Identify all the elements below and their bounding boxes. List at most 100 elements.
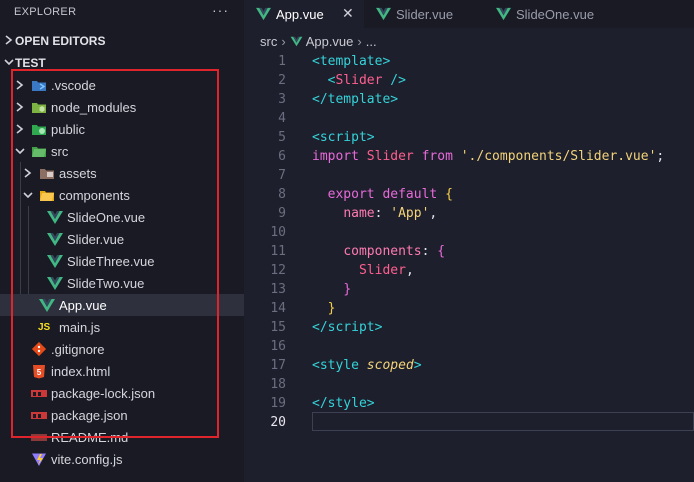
code-line: 11 components: { (244, 242, 694, 261)
code-line: 19 </style> (244, 394, 694, 413)
code-token: ; (656, 149, 665, 164)
vite-icon (32, 453, 46, 466)
vue-icon (290, 36, 303, 47)
code-token: </ (312, 320, 328, 335)
close-icon[interactable]: ✕ (342, 5, 354, 22)
line-number: 2 (278, 73, 286, 88)
line-number: 14 (270, 301, 286, 316)
line-number: 8 (278, 187, 286, 202)
code-line: 16 (244, 337, 694, 356)
code-token: script (327, 320, 375, 335)
code-token: scoped (366, 358, 414, 373)
line-number: 19 (270, 396, 286, 411)
code-token: name (343, 206, 375, 221)
tab-app-vue[interactable]: App.vue ✕ (244, 0, 364, 28)
line-number: 12 (270, 263, 286, 278)
breadcrumb-folder[interactable]: src (260, 34, 277, 49)
code-line: 10 (244, 223, 694, 242)
line-number: 15 (270, 320, 286, 335)
line-number: 11 (270, 244, 286, 259)
code-token: > (390, 92, 399, 107)
code-token: > (366, 130, 375, 145)
code-token: Slider (358, 263, 406, 278)
line-number: 16 (270, 339, 286, 354)
code-line: 13 } (244, 280, 694, 299)
code-line: 18 (244, 375, 694, 394)
code-token: } (343, 282, 352, 297)
line-number: 10 (270, 225, 286, 240)
code-token: template (319, 54, 383, 69)
code-token: /> (382, 73, 406, 88)
chevron-right-icon (5, 35, 13, 45)
code-line: 3 </template> (244, 90, 694, 109)
tab-slider-vue[interactable]: Slider.vue (364, 0, 484, 28)
breadcrumb-separator: › (281, 34, 286, 49)
code-token: : (374, 206, 391, 221)
breadcrumb-file[interactable]: App.vue (306, 34, 354, 49)
code-token: style (319, 358, 359, 373)
explorer-title: EXPLORER (14, 6, 77, 18)
tab-label: Slider.vue (396, 7, 454, 22)
breadcrumb: src › App.vue ›... (260, 34, 377, 49)
code-line: 7 (244, 166, 694, 185)
breadcrumb-more[interactable]: ... (366, 34, 377, 49)
more-actions-icon[interactable]: ··· (212, 2, 229, 18)
code-token: template (327, 92, 391, 107)
code-token: script (319, 130, 367, 145)
project-label: TEST (15, 56, 46, 70)
line-number: 7 (278, 168, 286, 183)
code-token: </ (312, 92, 328, 107)
code-token: 'App' (390, 206, 430, 221)
code-line: 17 <style scoped> (244, 356, 694, 375)
code-token: > (366, 396, 375, 411)
code-token: import (312, 149, 359, 164)
vue-icon (376, 7, 391, 21)
code-line: 8 export default { (244, 185, 694, 204)
code-line: 12 Slider, (244, 261, 694, 280)
code-line: 5 <script> (244, 128, 694, 147)
line-number: 13 (270, 282, 286, 297)
line-number: 9 (278, 206, 286, 221)
code-token: Slider (366, 149, 414, 164)
code-line: 6 import Slider from './components/Slide… (244, 147, 694, 166)
code-token: : (421, 244, 438, 259)
tree-item-label: vite.config.js (51, 452, 123, 467)
code-token: components (343, 244, 422, 259)
breadcrumb-separator: › (357, 34, 362, 49)
line-number: 5 (278, 130, 286, 145)
chevron-down-icon (4, 59, 14, 66)
code-token: , (429, 206, 438, 221)
tab-label: App.vue (276, 7, 324, 22)
tab-bar: App.vue ✕ Slider.vue SlideOne.vue (244, 0, 694, 28)
red-highlight-box (11, 69, 219, 438)
code-token: Slider (335, 73, 383, 88)
explorer-sidebar: EXPLORER ··· OPEN EDITORS TEST .vscode n… (0, 0, 244, 482)
code-line: 4 (244, 109, 694, 128)
tab-slideone-vue[interactable]: SlideOne.vue (484, 0, 624, 28)
code-token: './components/Slider.vue' (460, 149, 657, 164)
code-token: > (413, 358, 422, 373)
code-token: < (312, 358, 320, 373)
code-token: , (405, 263, 414, 278)
line-number: 4 (278, 111, 286, 126)
open-editors-section[interactable]: OPEN EDITORS (0, 30, 244, 52)
code-line: 1 <template> (244, 52, 694, 71)
tree-item-vite-config[interactable]: vite.config.js (0, 448, 244, 470)
code-token: </ (312, 396, 328, 411)
code-token: { (445, 187, 453, 202)
code-token: { (437, 244, 446, 259)
line-number: 20 (270, 415, 286, 430)
tab-label: SlideOne.vue (516, 7, 595, 22)
line-number: 17 (270, 358, 286, 373)
code-line: 2 <Slider /> (244, 71, 694, 90)
code-line: 9 name: 'App', (244, 204, 694, 223)
code-token: style (327, 396, 367, 411)
vue-icon (256, 7, 271, 21)
editor-area: App.vue ✕ Slider.vue SlideOne.vue src › Ap… (244, 0, 694, 482)
code-token: > (374, 320, 383, 335)
code-token: from (421, 149, 453, 164)
code-token: default (382, 187, 438, 202)
line-number: 6 (278, 149, 286, 164)
code-line: 15 </script> (244, 318, 694, 337)
code-line: 20 (244, 413, 694, 432)
